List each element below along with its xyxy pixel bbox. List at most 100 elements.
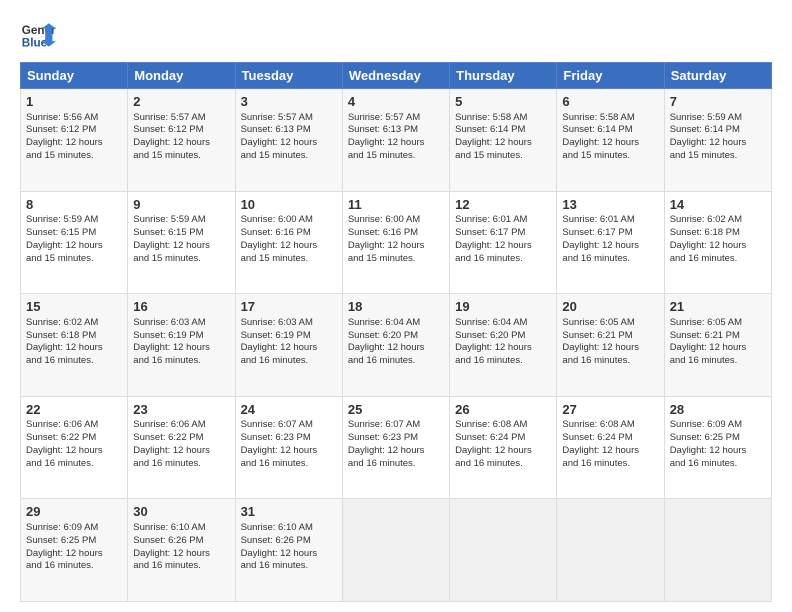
day-info-line: Sunrise: 6:04 AM <box>455 317 551 330</box>
calendar-cell <box>342 499 449 602</box>
day-info-line: Daylight: 12 hours <box>562 240 658 253</box>
day-info-line: and 16 minutes. <box>455 458 551 471</box>
day-header-tuesday: Tuesday <box>235 63 342 89</box>
calendar-cell: 14Sunrise: 6:02 AMSunset: 6:18 PMDayligh… <box>664 191 771 294</box>
day-info-line: and 15 minutes. <box>348 253 444 266</box>
calendar-cell: 11Sunrise: 6:00 AMSunset: 6:16 PMDayligh… <box>342 191 449 294</box>
calendar-cell: 1Sunrise: 5:56 AMSunset: 6:12 PMDaylight… <box>21 89 128 192</box>
day-info-line: Daylight: 12 hours <box>670 137 766 150</box>
day-info-line: Sunset: 6:14 PM <box>562 124 658 137</box>
day-info-line: Sunrise: 6:10 AM <box>241 522 337 535</box>
day-info-line: Sunset: 6:18 PM <box>670 227 766 240</box>
day-info-line: Daylight: 12 hours <box>455 240 551 253</box>
calendar-cell: 28Sunrise: 6:09 AMSunset: 6:25 PMDayligh… <box>664 396 771 499</box>
calendar-cell: 2Sunrise: 5:57 AMSunset: 6:12 PMDaylight… <box>128 89 235 192</box>
calendar-cell: 9Sunrise: 5:59 AMSunset: 6:15 PMDaylight… <box>128 191 235 294</box>
day-number: 23 <box>133 401 229 419</box>
day-info-line: Sunset: 6:25 PM <box>26 535 122 548</box>
day-info-line: Sunset: 6:21 PM <box>562 330 658 343</box>
day-info-line: Sunset: 6:18 PM <box>26 330 122 343</box>
day-info-line: Daylight: 12 hours <box>348 137 444 150</box>
day-info-line: Sunset: 6:26 PM <box>133 535 229 548</box>
calendar-cell: 12Sunrise: 6:01 AMSunset: 6:17 PMDayligh… <box>450 191 557 294</box>
header: General Blue <box>20 16 772 52</box>
day-info-line: Sunrise: 5:57 AM <box>348 112 444 125</box>
day-info-line: Daylight: 12 hours <box>670 342 766 355</box>
day-info-line: Sunset: 6:26 PM <box>241 535 337 548</box>
day-info-line: and 16 minutes. <box>133 458 229 471</box>
day-info-line: Sunrise: 6:08 AM <box>562 419 658 432</box>
day-info-line: and 15 minutes. <box>26 253 122 266</box>
day-header-thursday: Thursday <box>450 63 557 89</box>
page: General Blue SundayMondayTuesdayWednesda… <box>0 0 792 612</box>
day-number: 21 <box>670 298 766 316</box>
calendar-week-row: 15Sunrise: 6:02 AMSunset: 6:18 PMDayligh… <box>21 294 772 397</box>
day-info-line: and 15 minutes. <box>455 150 551 163</box>
day-info-line: Sunrise: 6:10 AM <box>133 522 229 535</box>
day-header-monday: Monday <box>128 63 235 89</box>
day-info-line: and 16 minutes. <box>241 560 337 573</box>
day-info-line: Sunset: 6:19 PM <box>133 330 229 343</box>
day-header-friday: Friday <box>557 63 664 89</box>
general-blue-logo-icon: General Blue <box>20 16 56 52</box>
day-info-line: and 16 minutes. <box>26 355 122 368</box>
day-info-line: Sunset: 6:15 PM <box>26 227 122 240</box>
day-info-line: Sunrise: 6:00 AM <box>241 214 337 227</box>
calendar-cell: 6Sunrise: 5:58 AMSunset: 6:14 PMDaylight… <box>557 89 664 192</box>
day-info-line: Daylight: 12 hours <box>133 137 229 150</box>
calendar-cell: 20Sunrise: 6:05 AMSunset: 6:21 PMDayligh… <box>557 294 664 397</box>
day-info-line: and 16 minutes. <box>348 458 444 471</box>
day-info-line: Sunrise: 5:56 AM <box>26 112 122 125</box>
day-info-line: Daylight: 12 hours <box>670 445 766 458</box>
calendar-cell: 22Sunrise: 6:06 AMSunset: 6:22 PMDayligh… <box>21 396 128 499</box>
calendar-cell: 13Sunrise: 6:01 AMSunset: 6:17 PMDayligh… <box>557 191 664 294</box>
day-info-line: Sunrise: 6:09 AM <box>670 419 766 432</box>
day-info-line: Sunrise: 6:02 AM <box>26 317 122 330</box>
day-info-line: and 16 minutes. <box>562 355 658 368</box>
day-info-line: Daylight: 12 hours <box>348 445 444 458</box>
calendar-cell: 7Sunrise: 5:59 AMSunset: 6:14 PMDaylight… <box>664 89 771 192</box>
day-info-line: Sunset: 6:12 PM <box>26 124 122 137</box>
day-info-line: Sunrise: 5:59 AM <box>670 112 766 125</box>
day-number: 19 <box>455 298 551 316</box>
calendar-cell: 31Sunrise: 6:10 AMSunset: 6:26 PMDayligh… <box>235 499 342 602</box>
day-info-line: Daylight: 12 hours <box>562 137 658 150</box>
day-info-line: Sunrise: 6:05 AM <box>670 317 766 330</box>
day-info-line: Daylight: 12 hours <box>348 240 444 253</box>
day-number: 14 <box>670 196 766 214</box>
day-info-line: and 16 minutes. <box>241 458 337 471</box>
day-number: 13 <box>562 196 658 214</box>
day-info-line: Sunrise: 6:06 AM <box>133 419 229 432</box>
day-info-line: Daylight: 12 hours <box>133 548 229 561</box>
day-number: 28 <box>670 401 766 419</box>
day-number: 9 <box>133 196 229 214</box>
day-info-line: and 15 minutes. <box>133 150 229 163</box>
day-info-line: and 16 minutes. <box>670 458 766 471</box>
day-info-line: Daylight: 12 hours <box>133 445 229 458</box>
calendar-cell: 23Sunrise: 6:06 AMSunset: 6:22 PMDayligh… <box>128 396 235 499</box>
day-info-line: and 16 minutes. <box>455 355 551 368</box>
day-info-line: and 16 minutes. <box>670 355 766 368</box>
day-info-line: Sunset: 6:16 PM <box>348 227 444 240</box>
day-info-line: Daylight: 12 hours <box>26 342 122 355</box>
day-info-line: Daylight: 12 hours <box>133 240 229 253</box>
calendar-cell: 19Sunrise: 6:04 AMSunset: 6:20 PMDayligh… <box>450 294 557 397</box>
day-info-line: Sunrise: 5:59 AM <box>133 214 229 227</box>
day-info-line: and 16 minutes. <box>133 355 229 368</box>
day-number: 20 <box>562 298 658 316</box>
day-info-line: Sunset: 6:17 PM <box>562 227 658 240</box>
calendar-cell: 30Sunrise: 6:10 AMSunset: 6:26 PMDayligh… <box>128 499 235 602</box>
day-number: 15 <box>26 298 122 316</box>
calendar-cell: 16Sunrise: 6:03 AMSunset: 6:19 PMDayligh… <box>128 294 235 397</box>
day-number: 6 <box>562 93 658 111</box>
day-info-line: Sunset: 6:16 PM <box>241 227 337 240</box>
day-info-line: Sunset: 6:24 PM <box>455 432 551 445</box>
day-info-line: Daylight: 12 hours <box>241 445 337 458</box>
day-info-line: Daylight: 12 hours <box>241 548 337 561</box>
day-info-line: Sunset: 6:19 PM <box>241 330 337 343</box>
calendar-cell <box>450 499 557 602</box>
day-info-line: Daylight: 12 hours <box>241 240 337 253</box>
day-number: 25 <box>348 401 444 419</box>
day-info-line: Sunrise: 5:57 AM <box>241 112 337 125</box>
calendar-cell <box>664 499 771 602</box>
